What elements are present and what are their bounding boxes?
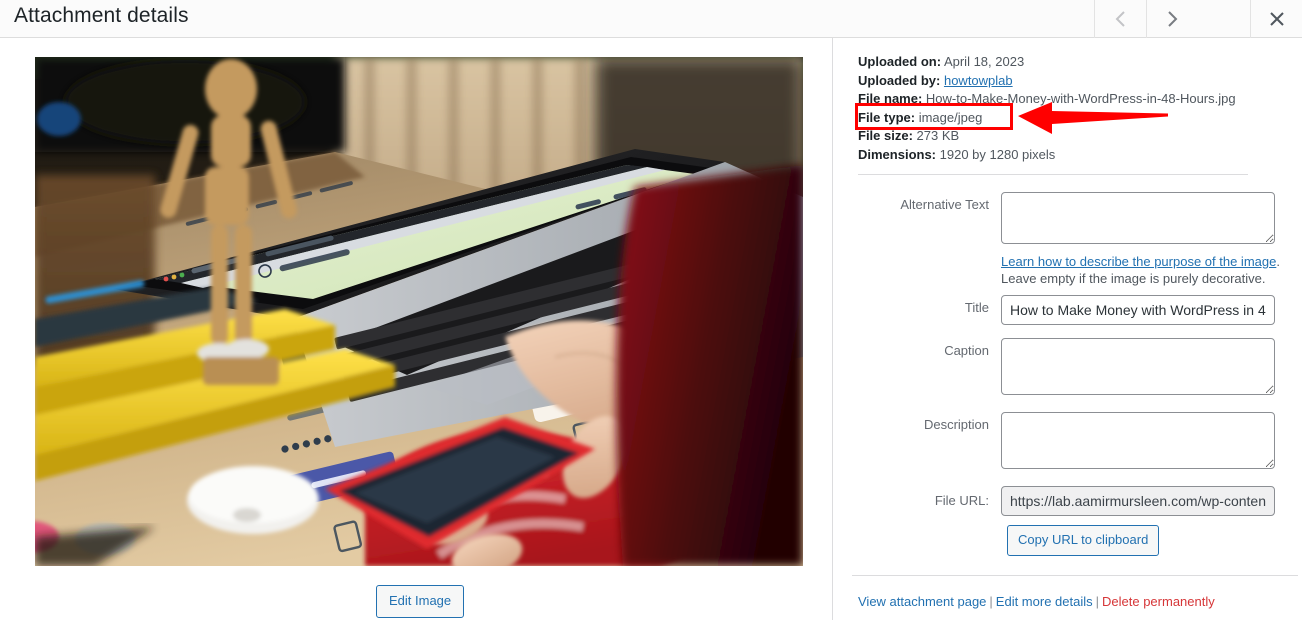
uploaded-by-link[interactable]: howtowplab (944, 73, 1013, 88)
alt-text-help-text: Leave empty if the image is purely decor… (1001, 271, 1266, 286)
meta-file-type-label: File type: (858, 109, 916, 125)
view-attachment-page-link[interactable]: View attachment page (858, 594, 986, 609)
close-x-icon (1269, 11, 1285, 27)
meta-file-name-label: File name: (858, 91, 923, 106)
attachment-actions: View attachment page | Edit more details | D… (858, 594, 1215, 609)
meta-uploaded-on-label: Uploaded on: (858, 54, 942, 69)
meta-file-size-value: 273 KB (916, 128, 960, 143)
copy-url-to-clipboard-button[interactable]: Copy URL to clipboard (1007, 525, 1160, 556)
meta-dimensions-label: Dimensions: (858, 146, 937, 162)
meta-uploaded-by-label: Uploaded by: (858, 72, 941, 88)
description-row: Description (834, 412, 1302, 469)
file-url-row: File URL: (834, 486, 1302, 516)
meta-file-type: File type: image/jpeg (858, 109, 1288, 128)
file-url-label: File URL: (934, 493, 989, 508)
caption-row: Caption (834, 338, 1302, 395)
meta-uploaded-on-value: April 18, 2023 (943, 54, 1025, 69)
attachment-preview-image (35, 57, 803, 566)
meta-uploaded-by: Uploaded by: howtowplab (858, 72, 1288, 91)
next-attachment-button[interactable] (1146, 0, 1198, 38)
attachment-metadata: Uploaded on: April 18, 2023 Uploaded by:… (858, 53, 1288, 164)
meta-dimensions-value: 1920 by 1280 pixels (939, 146, 1056, 162)
title-label: Title (964, 300, 989, 315)
attachment-media-pane: Edit Image (0, 38, 833, 620)
action-separator-2: | (1095, 594, 1100, 609)
metadata-divider (858, 174, 1248, 175)
close-modal-button[interactable] (1250, 0, 1302, 38)
alt-text-help-link[interactable]: Learn how to describe the purpose of the… (1001, 254, 1276, 269)
meta-uploaded-on: Uploaded on: April 18, 2023 (858, 53, 1288, 72)
file-url-input[interactable] (1001, 486, 1275, 516)
alt-text-row: Alternative Text (834, 192, 1302, 244)
meta-file-type-value: image/jpeg (918, 109, 983, 125)
alt-text-label: Alternative Text (900, 197, 989, 212)
alt-text-help: Learn how to describe the purpose of the… (1001, 253, 1291, 287)
modal-header: Attachment details (0, 0, 1302, 38)
meta-dimensions: Dimensions: 1920 by 1280 pixels (858, 146, 1288, 165)
meta-file-name-value: How-to-Make-Money-with-WordPress-in-48-H… (925, 91, 1236, 106)
action-separator-1: | (989, 594, 993, 609)
alt-text-input[interactable] (1001, 192, 1275, 244)
chevron-right-icon (1166, 9, 1179, 29)
title-input[interactable] (1001, 295, 1275, 325)
description-label: Description (923, 417, 989, 432)
chevron-left-icon (1114, 9, 1127, 29)
edit-image-button[interactable]: Edit Image (376, 585, 465, 618)
delete-permanently-link[interactable]: Delete permanently (1102, 594, 1215, 609)
page-title: Attachment details (14, 4, 189, 27)
alt-text-help-link-suffix: . (1276, 254, 1280, 269)
meta-file-size: File size: 273 KB (858, 127, 1288, 146)
caption-label: Caption (944, 343, 989, 358)
meta-file-size-label: File size: (858, 128, 913, 143)
caption-input[interactable] (1001, 338, 1275, 395)
edit-more-details-link[interactable]: Edit more details (996, 594, 1093, 609)
title-row: Title (834, 295, 1302, 325)
meta-file-name: File name: How-to-Make-Money-with-WordPr… (858, 90, 1288, 109)
previous-attachment-button[interactable] (1094, 0, 1146, 38)
description-input[interactable] (1001, 412, 1275, 469)
actions-divider (852, 575, 1298, 576)
